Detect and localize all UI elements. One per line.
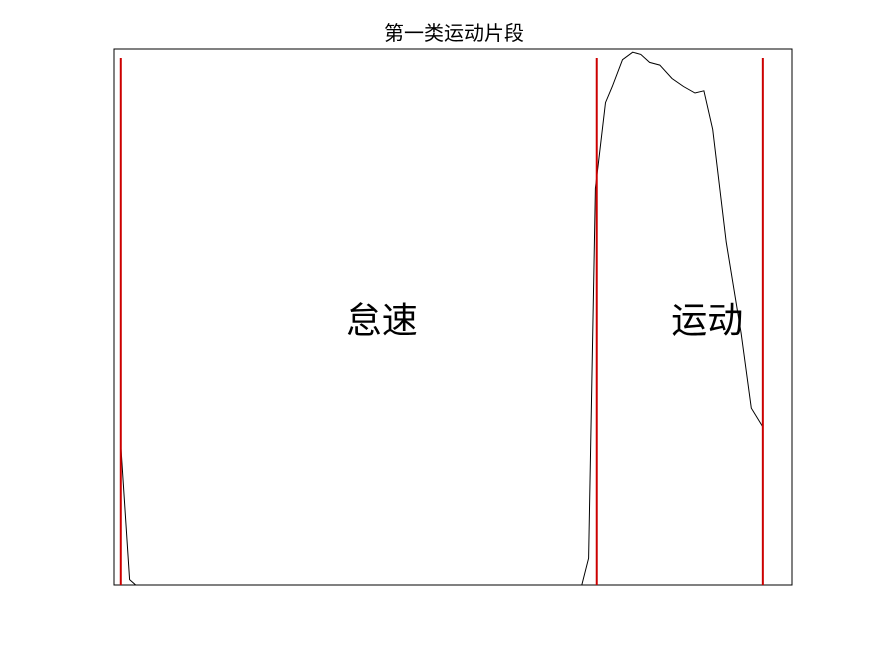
region-label-0: 怠速 [346, 300, 418, 341]
chart-title: 第一类运动片段 [384, 21, 524, 45]
region-label-1: 运动 [671, 300, 743, 341]
chart: 第一类运动片段 怠速 运动 [113, 21, 793, 586]
